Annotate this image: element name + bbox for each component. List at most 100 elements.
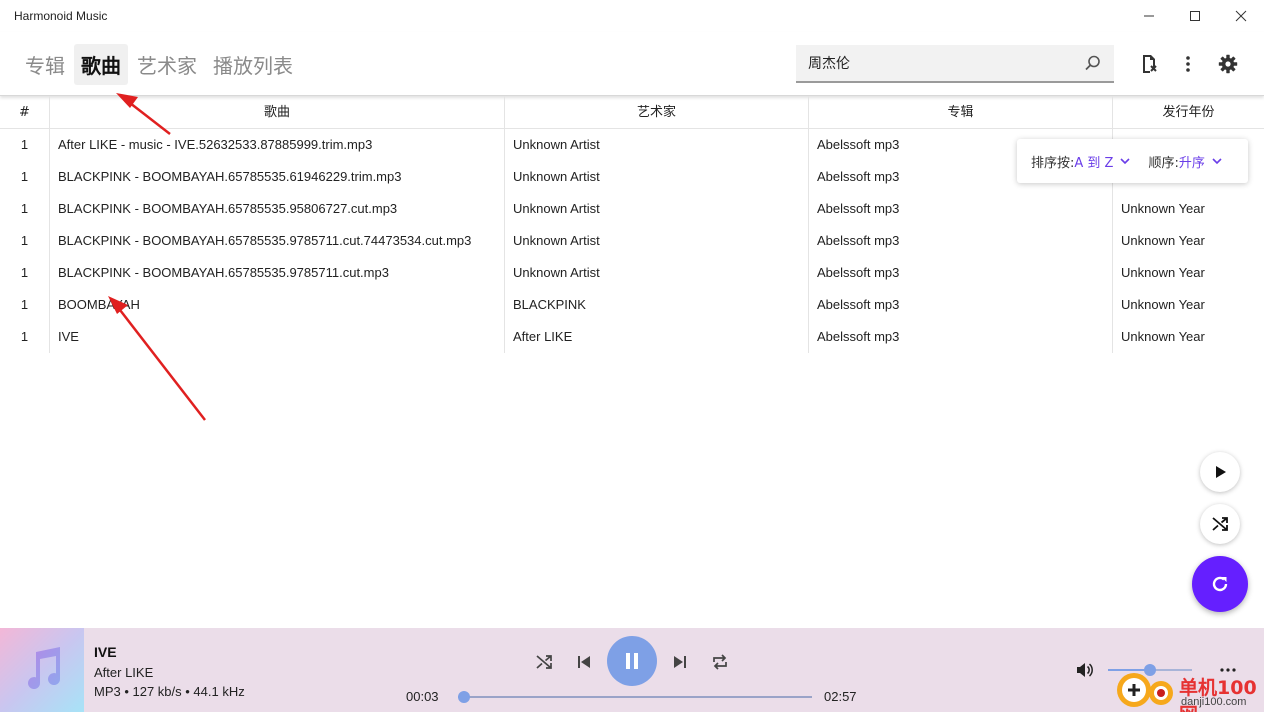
cell-year: Unknown Year — [1121, 329, 1205, 344]
track-metadata: MP3 • 127 kb/s • 44.1 kHz — [94, 684, 245, 699]
minimize-button[interactable] — [1126, 0, 1172, 32]
search-input[interactable] — [808, 55, 1068, 71]
title-bar: Harmonoid Music — [0, 0, 1264, 32]
column-header-number[interactable]: # — [0, 96, 50, 129]
cell-number: 1 — [0, 161, 50, 193]
column-header-year[interactable]: 发行年份 — [1113, 96, 1264, 129]
refresh-library-button[interactable] — [1192, 556, 1248, 612]
cell-number: 1 — [0, 129, 50, 161]
settings-button[interactable] — [1216, 52, 1240, 76]
previous-button[interactable] — [572, 650, 596, 674]
current-time: 00:03 — [406, 689, 439, 704]
more-options-button[interactable] — [1176, 52, 1200, 76]
watermark: 单机100网 danji100.com — [1114, 664, 1264, 712]
app-header: 专辑 歌曲 艺术家 播放列表 — [0, 32, 1264, 96]
watermark-logo-icon — [1117, 673, 1173, 707]
table-row[interactable]: 1 IVE After LIKE Abelssoft mp3 Unknown Y… — [0, 321, 1264, 353]
seek-handle[interactable] — [458, 691, 471, 703]
play-all-button[interactable] — [1200, 452, 1240, 492]
sort-order-label: 顺序: — [1148, 155, 1179, 171]
refresh-icon — [1212, 576, 1228, 592]
close-button[interactable] — [1218, 0, 1264, 32]
cell-artist: Unknown Artist — [505, 225, 809, 257]
maximize-icon — [1190, 11, 1200, 21]
cell-album: Abelssoft mp3 — [809, 257, 1113, 289]
cell-year: Unknown Year — [1121, 201, 1205, 216]
cell-song: BOOMBAYAH — [50, 289, 505, 321]
cell-number: 1 — [0, 225, 50, 257]
tab-songs[interactable]: 歌曲 — [74, 44, 128, 85]
cell-number: 1 — [0, 321, 50, 353]
file-import-icon — [1143, 55, 1157, 73]
cell-year: Unknown Year — [1121, 297, 1205, 312]
cell-album: Abelssoft mp3 — [809, 225, 1113, 257]
window-title: Harmonoid Music — [14, 9, 108, 23]
sort-by-label: 排序按: — [1031, 155, 1075, 171]
repeat-icon — [713, 654, 727, 670]
repeat-button[interactable] — [708, 650, 732, 674]
more-vert-icon — [1186, 56, 1190, 72]
shuffle-button[interactable] — [532, 650, 556, 674]
track-artist: After LIKE — [94, 665, 154, 680]
pause-icon — [626, 653, 638, 669]
cell-album: Abelssoft mp3 — [809, 193, 1113, 225]
cell-number: 1 — [0, 257, 50, 289]
cell-artist: BLACKPINK — [505, 289, 809, 321]
tab-bar: 专辑 歌曲 艺术家 播放列表 — [18, 44, 302, 85]
volume-icon — [1077, 663, 1093, 677]
column-header-album[interactable]: 专辑 — [809, 96, 1113, 129]
column-header-artist[interactable]: 艺术家 — [505, 96, 809, 129]
songs-table: # 歌曲 艺术家 专辑 发行年份 1 After LIKE - music - … — [0, 96, 1264, 353]
next-button[interactable] — [668, 650, 692, 674]
import-button[interactable] — [1137, 52, 1161, 76]
cell-number: 1 — [0, 289, 50, 321]
watermark-url: danji100.com — [1181, 696, 1247, 708]
table-row[interactable]: 1 BOOMBAYAH BLACKPINK Abelssoft mp3 Unkn… — [0, 289, 1264, 321]
minimize-icon — [1144, 15, 1154, 17]
cell-artist: Unknown Artist — [505, 257, 809, 289]
sort-by-dropdown[interactable]: 排序按: A 到 Z — [1031, 152, 1132, 171]
cell-artist: Unknown Artist — [505, 129, 809, 161]
cell-song: BLACKPINK - BOOMBAYAH.65785535.61946229.… — [50, 161, 505, 193]
cell-album: Abelssoft mp3 — [809, 289, 1113, 321]
tab-albums[interactable]: 专辑 — [18, 44, 72, 85]
volume-button[interactable] — [1072, 658, 1096, 682]
table-row[interactable]: 1 BLACKPINK - BOOMBAYAH.65785535.9580672… — [0, 193, 1264, 225]
track-title: IVE — [94, 644, 117, 660]
table-header: # 歌曲 艺术家 专辑 发行年份 — [0, 96, 1264, 129]
album-art[interactable] — [0, 628, 84, 712]
tab-artists[interactable]: 艺术家 — [130, 44, 204, 85]
shuffle-icon — [1212, 517, 1228, 531]
sort-order-dropdown[interactable]: 顺序: 升序 — [1148, 152, 1223, 171]
column-header-song[interactable]: 歌曲 — [50, 96, 505, 129]
total-time: 02:57 — [824, 689, 857, 704]
sort-options-panel: 排序按: A 到 Z 顺序: 升序 — [1017, 139, 1248, 183]
shuffle-all-button[interactable] — [1200, 504, 1240, 544]
cell-song: After LIKE - music - IVE.52632533.878859… — [50, 129, 505, 161]
cell-year: Unknown Year — [1121, 265, 1205, 280]
player-bar: IVE After LIKE MP3 • 127 kb/s • 44.1 kHz… — [0, 628, 1264, 712]
cell-artist: Unknown Artist — [505, 193, 809, 225]
table-row[interactable]: 1 BLACKPINK - BOOMBAYAH.65785535.9785711… — [0, 225, 1264, 257]
tab-playlists[interactable]: 播放列表 — [206, 44, 300, 85]
search-icon[interactable] — [1084, 54, 1102, 72]
close-icon — [1235, 10, 1247, 22]
cell-artist: After LIKE — [505, 321, 809, 353]
maximize-button[interactable] — [1172, 0, 1218, 32]
cell-artist: Unknown Artist — [505, 161, 809, 193]
shuffle-icon — [536, 655, 552, 669]
seek-bar[interactable] — [458, 691, 812, 703]
cell-song: BLACKPINK - BOOMBAYAH.65785535.9785711.c… — [50, 257, 505, 289]
chevron-down-icon — [1120, 158, 1131, 165]
chevron-down-icon — [1212, 158, 1222, 165]
music-note-icon — [28, 647, 61, 690]
cell-song: IVE — [50, 321, 505, 353]
sort-by-value: A 到 Z — [1074, 155, 1114, 171]
play-pause-button[interactable] — [607, 636, 657, 686]
sort-order-value: 升序 — [1178, 155, 1205, 171]
settings-icon — [1218, 54, 1238, 74]
skip-previous-icon — [578, 656, 590, 668]
table-row[interactable]: 1 BLACKPINK - BOOMBAYAH.65785535.9785711… — [0, 257, 1264, 289]
search-box[interactable] — [796, 45, 1114, 83]
cell-number: 1 — [0, 193, 50, 225]
